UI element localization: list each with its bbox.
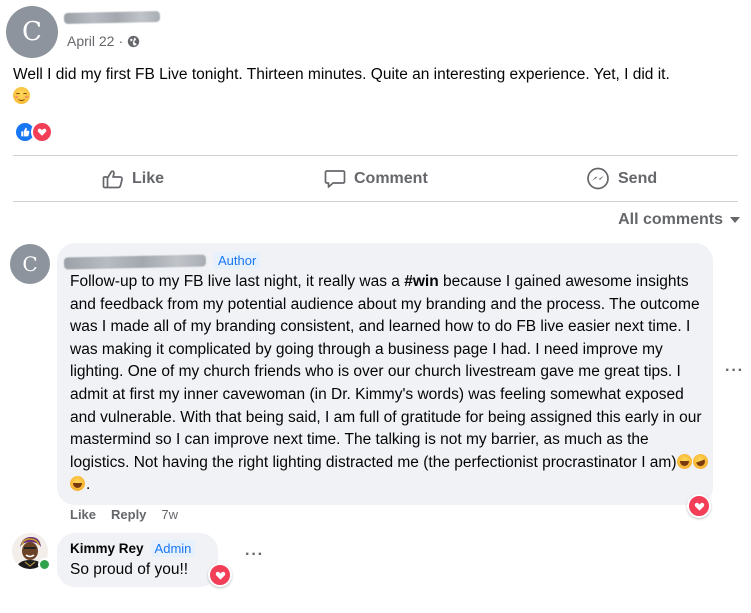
comment-age[interactable]: 7w bbox=[161, 507, 178, 522]
send-label: Send bbox=[618, 170, 658, 187]
reply-more-options-icon[interactable]: ··· bbox=[245, 546, 264, 564]
avatar-initial: C bbox=[22, 252, 38, 276]
avatar-initial: C bbox=[22, 17, 42, 47]
smiling-relieved-emoji-icon bbox=[13, 87, 30, 104]
post-divider-bottom bbox=[13, 201, 738, 202]
comments-filter-label: All comments bbox=[618, 211, 723, 228]
meta-separator: · bbox=[118, 33, 124, 49]
post-body: Well I did my first FB Live tonight. Thi… bbox=[13, 64, 738, 108]
comment-text-part: Follow-up to my FB live last night, it r… bbox=[70, 273, 405, 290]
caret-down-icon bbox=[730, 217, 740, 223]
grinning-sweat-emoji-icon bbox=[70, 476, 85, 492]
comments-filter-dropdown[interactable]: All comments bbox=[618, 211, 740, 229]
laughing-emoji-icon bbox=[676, 453, 692, 469]
like-icon bbox=[102, 169, 124, 189]
love-reaction-icon bbox=[31, 121, 53, 143]
hashtag-win[interactable]: #win bbox=[404, 273, 438, 290]
like-button[interactable]: Like bbox=[102, 165, 164, 193]
comment-label: Comment bbox=[354, 170, 428, 187]
comment-text-end: . bbox=[86, 476, 91, 494]
post-text: Well I did my first FB Live tonight. Thi… bbox=[13, 66, 670, 83]
like-label: Like bbox=[132, 170, 165, 187]
reply-text: So proud of you!! bbox=[70, 561, 189, 578]
comment-button[interactable]: Comment bbox=[324, 165, 428, 193]
comment-icon bbox=[324, 169, 346, 189]
globe-icon bbox=[127, 35, 140, 48]
post-reactions[interactable] bbox=[14, 121, 53, 143]
reply-author-name[interactable]: Kimmy Rey bbox=[70, 541, 144, 556]
facebook-post: C April 22 · Well I did my first FB Live… bbox=[0, 0, 751, 613]
comment-body: Follow-up to my FB live last night, it r… bbox=[70, 271, 710, 497]
comment-more-options-icon[interactable]: ··· bbox=[725, 362, 744, 380]
comment-author-avatar[interactable]: C bbox=[10, 244, 50, 284]
comment-reply-link[interactable]: Reply bbox=[111, 507, 146, 522]
reply-love-reaction-icon[interactable] bbox=[208, 563, 232, 587]
messenger-icon bbox=[586, 167, 610, 191]
post-author-avatar[interactable]: C bbox=[6, 6, 58, 58]
comment-love-reaction-icon[interactable] bbox=[687, 494, 711, 518]
redacted-author-name bbox=[63, 10, 161, 25]
comment-actions: Like Reply 7w bbox=[70, 507, 178, 522]
post-meta: April 22 · bbox=[67, 33, 140, 49]
comment-like-link[interactable]: Like bbox=[70, 507, 96, 522]
author-badge: Author bbox=[214, 252, 261, 269]
admin-badge: Admin bbox=[150, 540, 196, 557]
comment-text-part: because I gained awesome insights and fe… bbox=[70, 273, 702, 471]
online-status-indicator bbox=[38, 558, 51, 571]
rolling-laughing-emoji-icon bbox=[690, 451, 710, 471]
post-date[interactable]: April 22 bbox=[67, 33, 114, 49]
send-button[interactable]: Send bbox=[586, 165, 657, 193]
post-divider-top bbox=[13, 155, 738, 156]
reply-header: Kimmy Rey Admin bbox=[70, 540, 196, 557]
